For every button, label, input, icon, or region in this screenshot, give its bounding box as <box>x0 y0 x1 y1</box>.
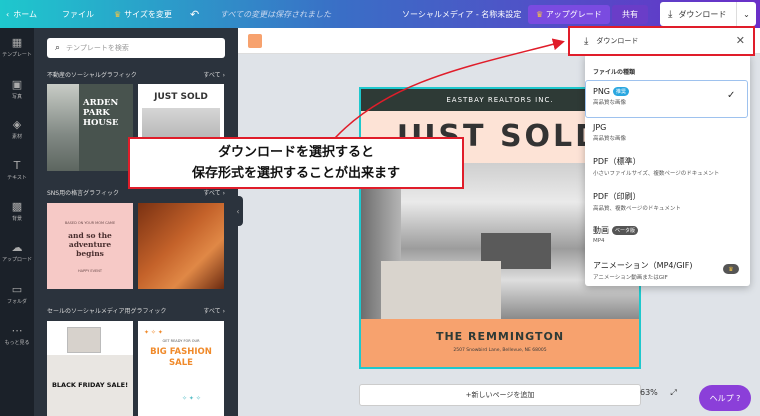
annotation-callout: ダウンロードを選択すると 保存形式を選択することが出来ます <box>128 137 464 189</box>
annotation-arrow <box>334 38 565 139</box>
callout-line: ダウンロードを選択すると <box>217 145 374 160</box>
callout-line: 保存形式を選択することが出来ます <box>191 166 400 181</box>
